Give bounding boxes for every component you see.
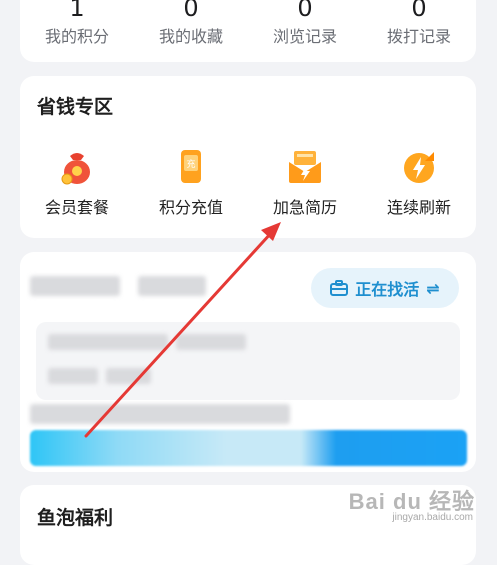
briefcase-icon	[330, 280, 349, 296]
tool-continuous-refresh[interactable]: 连续刷新	[362, 148, 476, 228]
blurred-text	[30, 404, 290, 424]
blurred-info-panel	[36, 322, 460, 400]
welfare-title: 鱼泡福利	[37, 507, 114, 529]
blurred-text	[48, 368, 98, 384]
svg-text:充: 充	[186, 158, 195, 170]
job-status-button[interactable]: 正在找活 ⇌	[311, 268, 459, 308]
tool-points-recharge[interactable]: 充 积分充值	[134, 148, 248, 228]
stat-label: 拨打记录	[386, 27, 451, 46]
stat-call-history[interactable]: 0 拨打记录	[362, 0, 476, 62]
stat-label: 我的收藏	[158, 27, 223, 46]
tool-label: 连续刷新	[386, 198, 451, 217]
money-bag-icon	[61, 153, 90, 185]
urgent-resume-icon	[289, 151, 321, 183]
stats-card: 1 我的积分 0 我的收藏 0 浏览记录 0 拨打记录	[20, 0, 476, 62]
blurred-text	[138, 276, 206, 296]
switch-icon: ⇌	[426, 278, 440, 298]
stat-browse-history[interactable]: 0 浏览记录	[248, 0, 362, 62]
stat-value: 0	[183, 0, 199, 22]
stat-value: 1	[69, 0, 85, 22]
tool-urgent-resume[interactable]: 加急简历	[248, 148, 362, 228]
saving-zone-title: 省钱专区	[37, 96, 114, 118]
stat-value: 0	[411, 0, 427, 22]
job-status-card: 正在找活 ⇌	[20, 252, 476, 472]
stat-label: 浏览记录	[272, 27, 337, 46]
blurred-text	[176, 334, 246, 350]
tool-label: 积分充值	[158, 198, 223, 217]
job-status-label: 正在找活	[355, 280, 420, 299]
stat-favorites[interactable]: 0 我的收藏	[134, 0, 248, 62]
baidu-watermark-url: jingyan.baidu.com	[392, 512, 473, 523]
tool-label: 会员套餐	[44, 198, 109, 217]
tool-label: 加急简历	[272, 198, 337, 217]
saving-zone-card: 省钱专区 会员套餐 充 积分充值 加急简历 连续刷新	[20, 76, 476, 238]
refresh-bolt-icon	[404, 152, 434, 183]
tool-membership[interactable]: 会员套餐	[20, 148, 134, 228]
recharge-phone-icon: 充	[181, 150, 201, 183]
blurred-text	[48, 334, 168, 350]
stat-label: 我的积分	[44, 27, 109, 46]
blurred-text	[30, 276, 120, 296]
blurred-action-bar[interactable]	[30, 430, 467, 466]
stat-points[interactable]: 1 我的积分	[20, 0, 134, 62]
blurred-text	[106, 368, 151, 384]
stat-value: 0	[297, 0, 313, 22]
